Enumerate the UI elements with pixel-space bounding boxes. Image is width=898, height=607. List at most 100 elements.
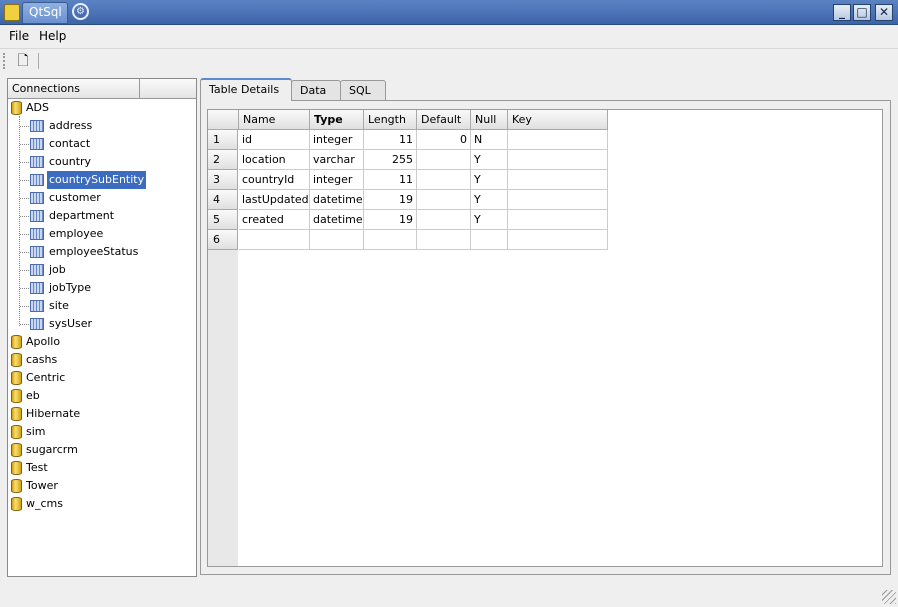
- maximize-button[interactable]: □: [853, 4, 871, 21]
- table-item[interactable]: employeeStatus: [30, 243, 194, 261]
- table-cell[interactable]: 11: [364, 170, 417, 190]
- table-cell[interactable]: [417, 170, 471, 190]
- column-header[interactable]: Default: [417, 110, 471, 130]
- new-document-icon[interactable]: 🗋: [14, 52, 32, 70]
- tree-branch-line: [20, 234, 29, 235]
- row-header[interactable]: 2: [208, 150, 238, 170]
- minimize-button[interactable]: _: [833, 4, 851, 21]
- table-cell[interactable]: [417, 230, 471, 250]
- connection-item[interactable]: Hibernate: [8, 405, 194, 423]
- table-cell[interactable]: [508, 190, 608, 210]
- table-cell[interactable]: Y: [471, 210, 508, 230]
- connection-item[interactable]: Apollo: [8, 333, 194, 351]
- table-label: department: [49, 209, 115, 222]
- connection-item[interactable]: Centric: [8, 369, 194, 387]
- window-title-tab[interactable]: QtSql: [22, 2, 68, 24]
- tab-sql[interactable]: SQL: [340, 80, 386, 100]
- table-cell[interactable]: [239, 230, 310, 250]
- tab-data[interactable]: Data: [291, 80, 341, 100]
- table-cell[interactable]: 19: [364, 190, 417, 210]
- table-cell[interactable]: datetime: [310, 210, 364, 230]
- tree-branch-line: [20, 162, 29, 163]
- table-cell[interactable]: id: [239, 130, 310, 150]
- connection-item[interactable]: cashs: [8, 351, 194, 369]
- table-cell[interactable]: 0: [417, 130, 471, 150]
- table-item[interactable]: sysUser: [30, 315, 194, 333]
- table-cell[interactable]: datetime: [310, 190, 364, 210]
- table-cell[interactable]: integer: [310, 130, 364, 150]
- table-item[interactable]: job: [30, 261, 194, 279]
- column-header[interactable]: Length: [364, 110, 417, 130]
- app-icon[interactable]: [4, 4, 20, 21]
- connection-item[interactable]: Test: [8, 459, 194, 477]
- table-cell[interactable]: [471, 230, 508, 250]
- row-header[interactable]: 5: [208, 210, 238, 230]
- table-cell[interactable]: integer: [310, 170, 364, 190]
- menu-help[interactable]: Help: [39, 29, 66, 43]
- table-cell[interactable]: 255: [364, 150, 417, 170]
- table-cell[interactable]: N: [471, 130, 508, 150]
- table-cell[interactable]: Y: [471, 170, 508, 190]
- grid-corner[interactable]: [208, 110, 239, 130]
- connection-item[interactable]: w_cms: [8, 495, 194, 513]
- table-cell[interactable]: [417, 150, 471, 170]
- row-header[interactable]: 1: [208, 130, 238, 150]
- table-cell[interactable]: [364, 230, 417, 250]
- table-icon: [30, 138, 44, 150]
- table-item[interactable]: country: [30, 153, 194, 171]
- table-icon: [30, 120, 44, 132]
- table-item[interactable]: contact: [30, 135, 194, 153]
- table-label: customer: [49, 191, 101, 204]
- row-header[interactable]: 6: [208, 230, 238, 250]
- table-cell[interactable]: varchar: [310, 150, 364, 170]
- column-header[interactable]: Key: [508, 110, 608, 130]
- row-header[interactable]: 3: [208, 170, 238, 190]
- connections-tree[interactable]: Connections ADS address contact country coun…: [7, 78, 197, 577]
- table-item[interactable]: jobType: [30, 279, 194, 297]
- column-header[interactable]: Name: [239, 110, 310, 130]
- table-label: employee: [49, 227, 104, 240]
- table-cell[interactable]: [508, 210, 608, 230]
- table-details-grid[interactable]: Name Type Length Default Null Key 1 id integer 11…: [207, 109, 883, 567]
- table-cell[interactable]: [508, 230, 608, 250]
- close-button[interactable]: ✕: [875, 4, 893, 21]
- connection-item[interactable]: sim: [8, 423, 194, 441]
- resize-grip[interactable]: [882, 590, 896, 604]
- table-icon: [30, 174, 44, 186]
- table-item[interactable]: countrySubEntity: [30, 171, 194, 189]
- table-item[interactable]: department: [30, 207, 194, 225]
- table-cell[interactable]: location: [239, 150, 310, 170]
- connection-item[interactable]: Tower: [8, 477, 194, 495]
- table-cell[interactable]: [310, 230, 364, 250]
- connections-header[interactable]: Connections: [8, 79, 196, 99]
- table-cell[interactable]: countryId: [239, 170, 310, 190]
- tab-table-details[interactable]: Table Details: [200, 78, 292, 101]
- table-cell[interactable]: created: [239, 210, 310, 230]
- table-cell[interactable]: Y: [471, 190, 508, 210]
- table-cell[interactable]: [417, 190, 471, 210]
- table-cell[interactable]: 19: [364, 210, 417, 230]
- table-cell[interactable]: Y: [471, 150, 508, 170]
- connection-item[interactable]: eb: [8, 387, 194, 405]
- menu-file[interactable]: File: [9, 29, 29, 43]
- row-header[interactable]: 4: [208, 190, 238, 210]
- table-cell[interactable]: [508, 150, 608, 170]
- table-item[interactable]: employee: [30, 225, 194, 243]
- table-cell[interactable]: lastUpdated: [239, 190, 310, 210]
- connection-label: cashs: [26, 353, 58, 366]
- column-header[interactable]: Type: [310, 110, 364, 130]
- connection-label: ADS: [26, 101, 49, 114]
- toolbar-grip[interactable]: [3, 53, 8, 69]
- connection-item[interactable]: ADS: [8, 99, 194, 117]
- table-cell[interactable]: [417, 210, 471, 230]
- connection-item[interactable]: sugarcrm: [8, 441, 194, 459]
- connection-label: Test: [26, 461, 48, 474]
- table-cell[interactable]: [508, 130, 608, 150]
- table-item[interactable]: customer: [30, 189, 194, 207]
- table-item[interactable]: address: [30, 117, 194, 135]
- table-cell[interactable]: 11: [364, 130, 417, 150]
- table-icon: [30, 300, 44, 312]
- column-header[interactable]: Null: [471, 110, 508, 130]
- table-item[interactable]: site: [30, 297, 194, 315]
- table-cell[interactable]: [508, 170, 608, 190]
